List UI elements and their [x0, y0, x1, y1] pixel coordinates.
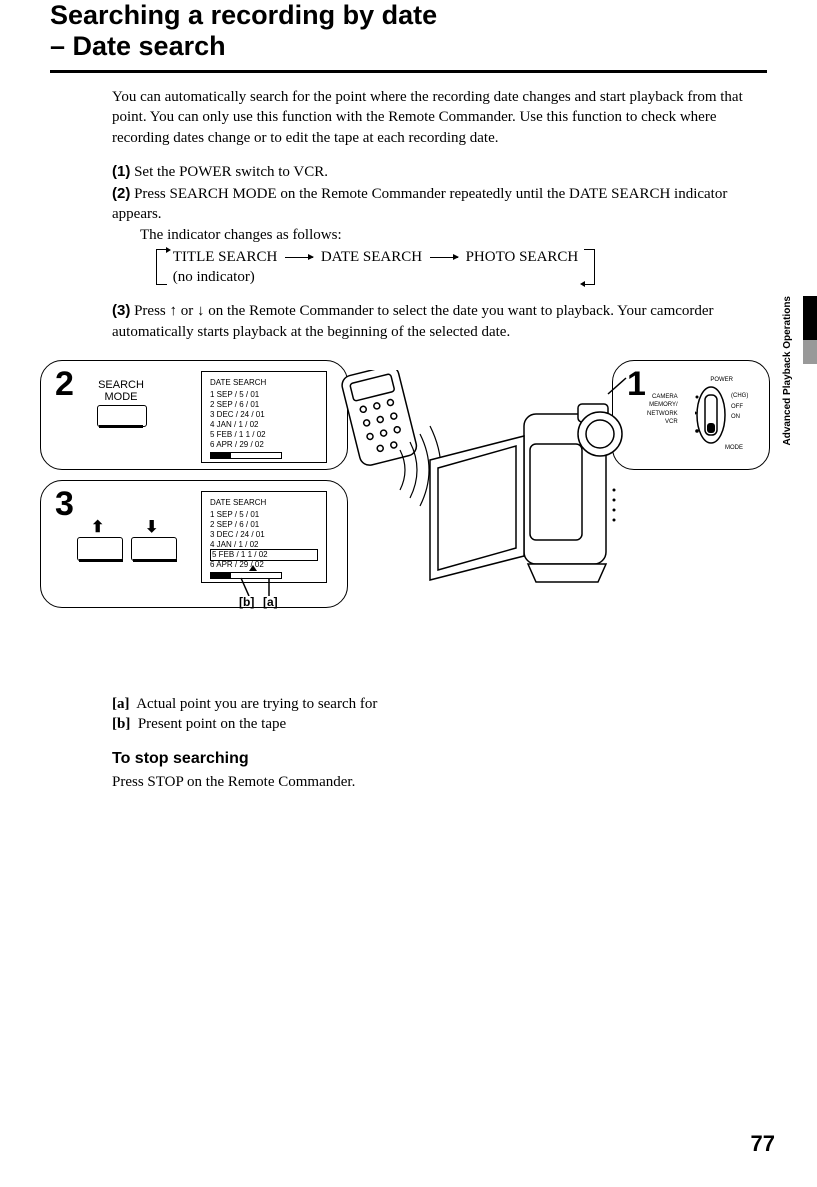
- step-2-sub: The indicator changes as follows:: [140, 225, 747, 245]
- step-1-num: (1): [112, 163, 130, 180]
- next-date-button: [131, 537, 177, 561]
- button-shadow: [79, 559, 123, 562]
- tape-marker-icon: [249, 565, 257, 571]
- down-arrow-icon: ⬇: [145, 517, 158, 537]
- lcd3-row: 1 SEP / 5 / 01: [210, 510, 318, 520]
- panel-step3: 3 ⬆ ⬇ DATE SEARCH 1 SEP / 5 / 01 2 SEP /…: [40, 480, 348, 608]
- title-line2: – Date search: [50, 31, 226, 61]
- step-1: (1) Set the POWER switch to VCR.: [112, 162, 747, 182]
- step-3: (3) Press or on the Remote Commander to …: [112, 301, 747, 342]
- note-b-text: Present point on the tape: [138, 716, 286, 732]
- step-2-num: (2): [112, 185, 130, 202]
- page-title: Searching a recording by date – Date sea…: [50, 0, 767, 62]
- section-label: Advanced Playback Operations: [782, 296, 793, 446]
- thumb-tab-black: [803, 296, 817, 340]
- lcd-screen-2: DATE SEARCH 1 SEP / 5 / 01 2 SEP / 6 / 0…: [201, 371, 327, 463]
- step-2-text: Press SEARCH MODE on the Remote Commande…: [112, 186, 727, 222]
- lcd2-row: 6 APR / 29 / 02: [210, 440, 318, 450]
- page-number: 77: [751, 1131, 775, 1157]
- power-label: POWER: [710, 377, 733, 383]
- camcorder-illustration: [330, 370, 650, 630]
- step-3-text-a: Press: [134, 303, 169, 319]
- note-a-label: [a]: [112, 696, 130, 712]
- lcd3-row: 3 DEC / 24 / 01: [210, 530, 318, 540]
- step-3-num: (3): [112, 302, 130, 319]
- button-shadow: [133, 559, 177, 562]
- arrow-icon: [285, 257, 313, 258]
- up-arrow-icon: [170, 303, 178, 319]
- loop-left-icon: [156, 249, 167, 285]
- step-1-text: Set the POWER switch to VCR.: [134, 164, 328, 180]
- intro-paragraph: You can automatically search for the poi…: [112, 87, 747, 148]
- arrow-icon: [430, 257, 458, 258]
- panel-step2: 2 SEARCH MODE DATE SEARCH 1 SEP / 5 / 01…: [40, 360, 348, 470]
- mode-label: MODE: [725, 445, 743, 451]
- loop-right-icon: [584, 249, 595, 285]
- note-a-text: Actual point you are trying to search fo…: [136, 696, 377, 712]
- lcd2-row: 2 SEP / 6 / 01: [210, 400, 318, 410]
- power-switch-icon: [695, 385, 735, 451]
- illustration: 2 SEARCH MODE DATE SEARCH 1 SEP / 5 / 01…: [30, 360, 770, 680]
- power-left-labels: CAMERA MEMORY/ NETWORK VCR: [647, 393, 678, 427]
- title-line1: Searching a recording by date: [50, 0, 437, 30]
- lcd2-row: 3 DEC / 24 / 01: [210, 410, 318, 420]
- step-3-text-b: or: [177, 303, 197, 319]
- search-mode-label: SEARCH MODE: [91, 379, 151, 403]
- annot-a: [a]: [263, 595, 278, 609]
- annot-lines: [229, 576, 289, 596]
- step-2: (2) Press SEARCH MODE on the Remote Comm…: [112, 184, 747, 287]
- panel3-number: 3: [55, 485, 74, 524]
- button-shadow: [99, 425, 143, 428]
- panel2-number: 2: [55, 365, 74, 404]
- lcd2-row: 5 FEB / 1 1 / 02: [210, 430, 318, 440]
- lcd3-row: 6 APR / 29 / 02: [210, 560, 318, 570]
- seq-no-indicator: (no indicator): [173, 269, 255, 285]
- up-arrow-icon: ⬆: [91, 517, 104, 537]
- down-arrow-icon: [197, 303, 205, 319]
- title-rule: [50, 70, 767, 73]
- note-b-label: [b]: [112, 716, 130, 732]
- prev-date-button: [77, 537, 123, 561]
- seq-date-search: DATE SEARCH: [321, 249, 422, 265]
- seq-title-search: TITLE SEARCH: [173, 249, 278, 265]
- note-a: [a] Actual point you are trying to searc…: [112, 694, 747, 714]
- stop-text: Press STOP on the Remote Commander.: [112, 772, 747, 792]
- lcd2-row: 4 JAN / 1 / 02: [210, 420, 318, 430]
- lcd-screen-3: DATE SEARCH 1 SEP / 5 / 01 2 SEP / 6 / 0…: [201, 491, 327, 583]
- lcd3-row: 2 SEP / 6 / 01: [210, 520, 318, 530]
- lcd2-title: DATE SEARCH: [210, 378, 318, 388]
- seq-photo-search: PHOTO SEARCH: [466, 249, 579, 265]
- annot-b: [b]: [239, 595, 254, 609]
- stop-heading: To stop searching: [112, 748, 747, 770]
- thumb-tab-gray: [803, 340, 817, 364]
- search-mode-button: [97, 405, 147, 427]
- power-right-labels: (CHG) OFF ON: [731, 391, 748, 423]
- search-sequence: TITLE SEARCH DATE SEARCH PHOTO SEARCH (n…: [156, 247, 747, 288]
- lcd3-title: DATE SEARCH: [210, 498, 318, 508]
- note-b: [b] Present point on the tape: [112, 714, 747, 734]
- lcd2-row: 1 SEP / 5 / 01: [210, 390, 318, 400]
- tape-bar: [210, 452, 282, 459]
